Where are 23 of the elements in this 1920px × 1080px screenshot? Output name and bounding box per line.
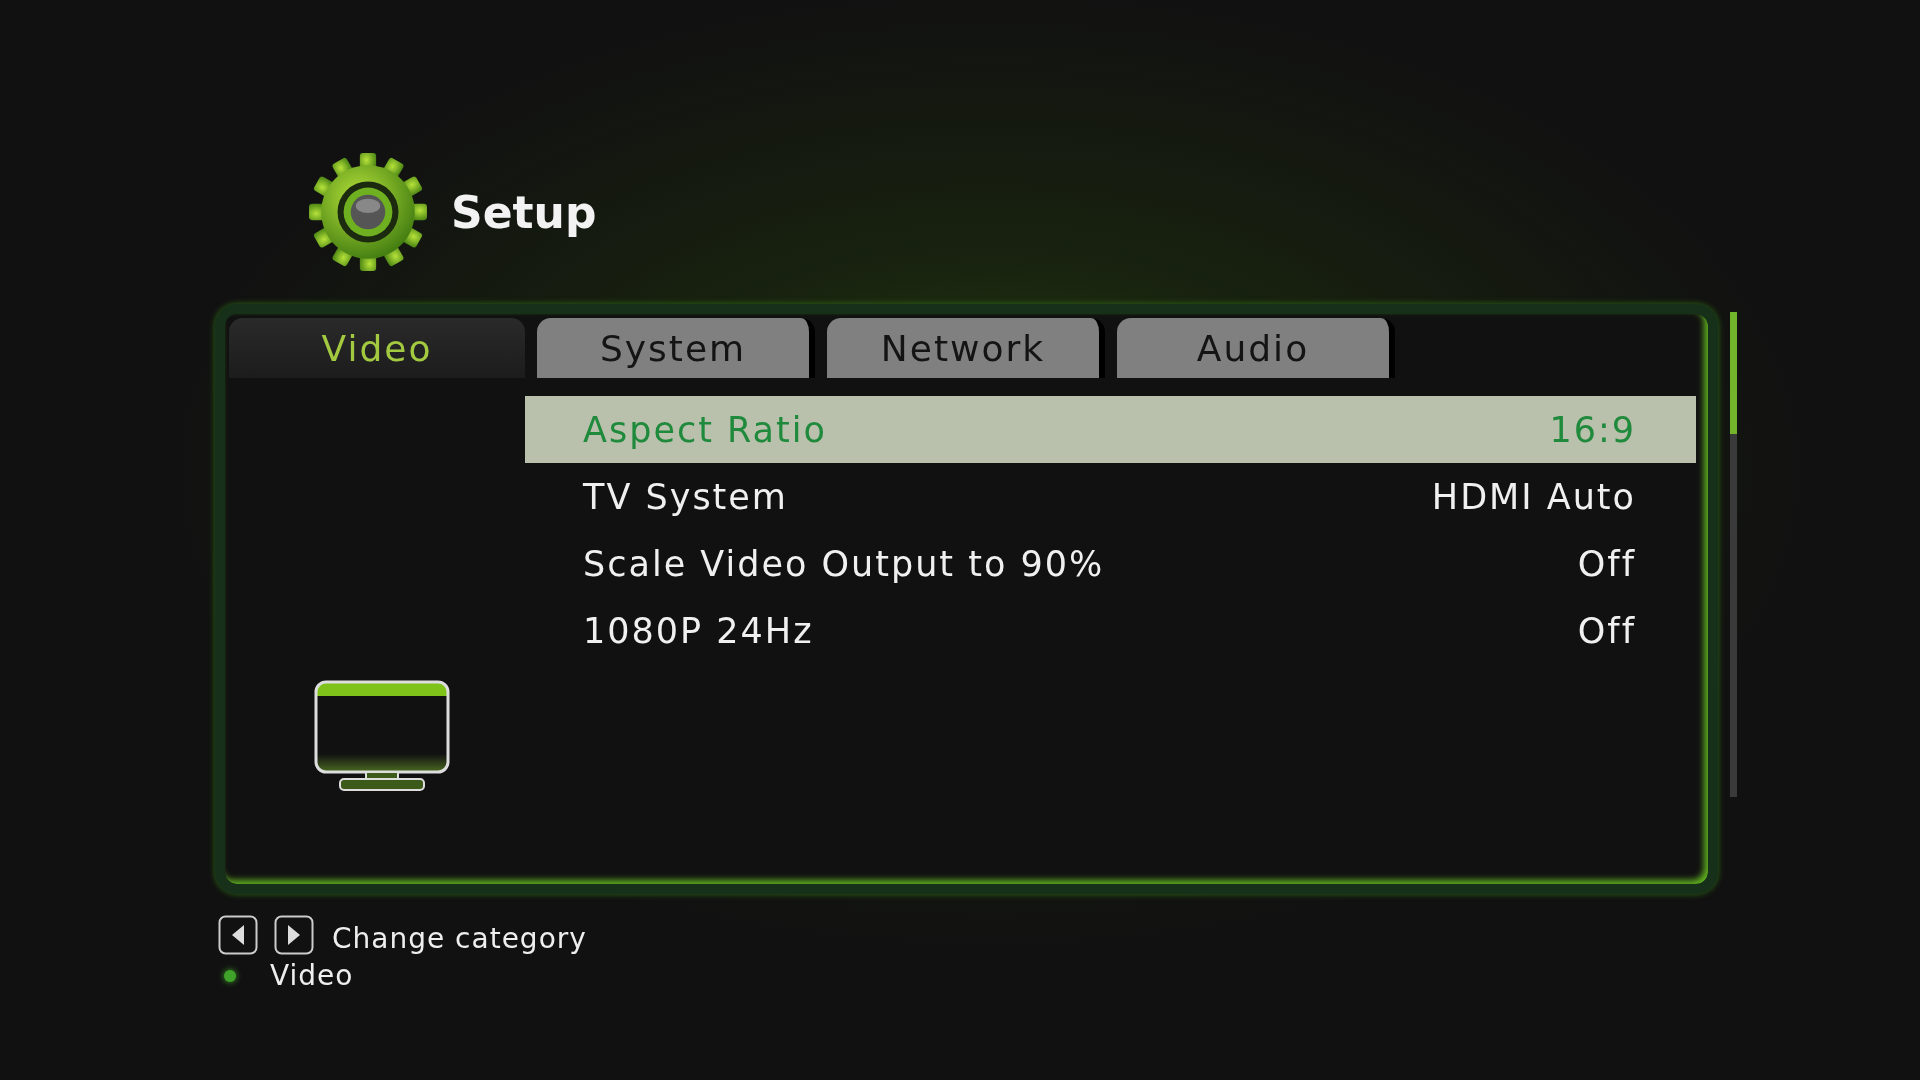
setting-value: Off <box>1577 543 1636 584</box>
setting-label: Scale Video Output to 90% <box>583 543 1105 584</box>
monitor-icon <box>314 680 450 792</box>
category-tab[interactable]: Video <box>229 318 525 378</box>
category-tab[interactable]: Network <box>827 318 1105 378</box>
status-dot-icon <box>224 969 236 982</box>
setting-row[interactable]: 1080P 24Hz Off <box>525 597 1696 664</box>
setting-label: TV System <box>583 476 788 517</box>
category-tab[interactable]: System <box>537 318 815 378</box>
setting-value: HDMI Auto <box>1431 476 1636 517</box>
screen-title: Setup <box>451 186 597 238</box>
right-arrow-key-icon <box>274 914 314 955</box>
current-category: Video <box>270 959 354 992</box>
setting-row[interactable]: Scale Video Output to 90% Off <box>525 530 1696 597</box>
setting-label: 1080P 24Hz <box>583 610 814 651</box>
gear-icon <box>307 151 429 273</box>
setting-label: Aspect Ratio <box>583 409 827 450</box>
setting-value: Off <box>1577 610 1636 651</box>
hint-text: Change category <box>332 922 587 955</box>
setting-row[interactable]: TV System HDMI Auto <box>525 463 1696 530</box>
setting-value: 16:9 <box>1549 409 1636 450</box>
left-arrow-key-icon <box>218 914 258 955</box>
category-tab[interactable]: Audio <box>1117 318 1395 378</box>
